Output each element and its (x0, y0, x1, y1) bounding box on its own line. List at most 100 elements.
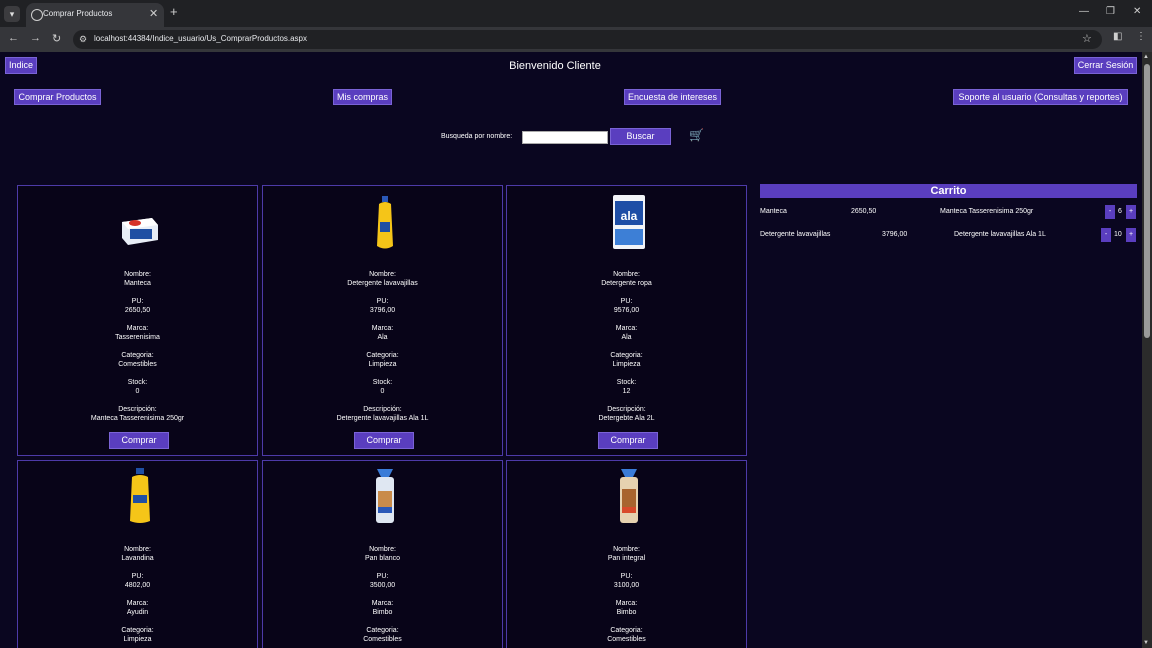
label-nombre: Nombre: (369, 271, 396, 278)
menu-dots-icon[interactable]: ⋮ (1136, 31, 1146, 42)
product-description: Detergebte Ala 2L (598, 415, 655, 422)
product-image (122, 218, 158, 245)
bookmark-star-icon[interactable]: ☆ (1082, 32, 1092, 45)
close-icon[interactable]: ✕ (149, 7, 158, 20)
nav-comprar-productos[interactable]: Comprar Productos (14, 89, 101, 105)
browser-tab-bar: ▾ Comprar Productos ✕ + — ❐ ✕ (0, 0, 1152, 27)
reload-icon[interactable]: ↻ (52, 32, 61, 45)
label-descripcion: Descripción: (607, 406, 646, 413)
logout-button[interactable]: Cerrar Sesión (1074, 57, 1137, 74)
comprar-button[interactable]: Comprar (598, 432, 658, 449)
qty-decrease-button[interactable]: - (1101, 228, 1111, 242)
qty-decrease-button[interactable]: - (1105, 205, 1115, 219)
product-category: Limpieza (123, 636, 152, 643)
label-marca: Marca: (371, 325, 394, 332)
restore-icon[interactable]: ❐ (1106, 6, 1115, 17)
cart-item-qty: 10 (1114, 231, 1122, 238)
product-brand: Bimbo (616, 609, 637, 616)
label-nombre: Nombre: (613, 271, 640, 278)
product-card: Nombre: Manteca PU: 2650,50 Marca: Tasse… (17, 185, 258, 456)
product-brand: Ala (621, 334, 632, 341)
product-image (130, 468, 150, 523)
label-stock: Stock: (127, 379, 148, 386)
product-category: Limpieza (368, 361, 397, 368)
label-nombre: Nombre: (613, 546, 640, 553)
scroll-thumb[interactable] (1144, 64, 1150, 338)
search-button[interactable]: Buscar (610, 128, 671, 145)
product-name: Lavandina (121, 555, 154, 562)
label-marca: Marca: (126, 600, 149, 607)
product-category: Comestibles (118, 361, 157, 368)
product-name: Detergente ropa (601, 280, 652, 287)
site-info-icon[interactable]: ⚙ (79, 34, 87, 45)
url-field[interactable]: ⚙ localhost:44384/Indice_usuario/Us_Comp… (73, 30, 1102, 49)
cart-item-price: 2650,50 (851, 208, 877, 215)
label-categoria: Categoria: (121, 627, 154, 634)
label-descripcion: Descripción: (363, 406, 402, 413)
product-brand: Tasserenisima (115, 334, 160, 341)
cart-item: Manteca 2650,50 Manteca Tasserenisima 25… (760, 204, 1137, 220)
label-marca: Marca: (371, 600, 394, 607)
product-card: Nombre: Pan blanco PU: 3500,00 Marca: Bi… (262, 460, 503, 648)
product-price: 3100,00 (613, 582, 640, 589)
product-price: 4802,00 (124, 582, 151, 589)
forward-icon[interactable]: → (30, 32, 41, 44)
product-stock: 0 (380, 388, 385, 395)
product-brand: Ala (377, 334, 388, 341)
page-content: Indice Bienvenido Cliente Cerrar Sesión … (0, 52, 1142, 648)
label-categoria: Categoria: (610, 627, 643, 634)
product-name: Manteca (124, 280, 151, 287)
product-name: Pan blanco (364, 555, 401, 562)
cart-item-name: Manteca (760, 208, 787, 215)
product-category: Comestibles (363, 636, 402, 643)
scroll-down-icon[interactable]: ▼ (1143, 640, 1149, 646)
product-image: ala (613, 195, 645, 249)
back-icon[interactable]: ← (8, 32, 19, 44)
search-label: Busqueda por nombre: (441, 133, 513, 140)
label-categoria: Categoria: (121, 352, 154, 359)
product-card: Nombre: Detergente lavavajillas PU: 3796… (262, 185, 503, 456)
comprar-button[interactable]: Comprar (109, 432, 169, 449)
tab-search-icon[interactable]: ▾ (4, 6, 20, 22)
label-marca: Marca: (615, 600, 638, 607)
new-tab-icon[interactable]: + (170, 4, 178, 19)
label-nombre: Nombre: (124, 546, 151, 553)
product-image (620, 469, 638, 523)
cart-item-name: Detergente lavavajillas (760, 231, 831, 238)
label-marca: Marca: (126, 325, 149, 332)
label-descripcion: Descripción: (118, 406, 157, 413)
label-pu: PU: (376, 298, 389, 305)
nav-soporte[interactable]: Soporte al usuario (Consultas y reportes… (953, 89, 1128, 105)
label-pu: PU: (620, 573, 633, 580)
label-stock: Stock: (616, 379, 637, 386)
browser-tab[interactable]: Comprar Productos ✕ (26, 3, 164, 27)
shopping-cart-icon[interactable]: 🛒 (689, 128, 704, 142)
label-pu: PU: (131, 298, 144, 305)
tab-title: Comprar Productos (43, 9, 113, 18)
qty-increase-button[interactable]: + (1126, 228, 1136, 242)
label-categoria: Categoria: (366, 627, 399, 634)
page-scrollbar[interactable]: ▲ ▼ (1142, 52, 1152, 648)
globe-icon (31, 9, 43, 21)
product-description: Manteca Tasserenisima 250gr (90, 415, 185, 422)
nav-encuesta[interactable]: Encuesta de intereses (624, 89, 721, 105)
qty-increase-button[interactable]: + (1126, 205, 1136, 219)
product-stock: 12 (622, 388, 631, 395)
cart-item-qty: 6 (1118, 208, 1122, 215)
product-category: Comestibles (607, 636, 646, 643)
extensions-icon[interactable]: ◧ (1113, 31, 1122, 42)
product-name: Detergente lavavajillas (347, 280, 418, 287)
nav-mis-compras[interactable]: Mis compras (333, 89, 392, 105)
scroll-up-icon[interactable]: ▲ (1143, 54, 1149, 60)
product-brand: Ayudin (126, 609, 149, 616)
minimize-icon[interactable]: — (1079, 6, 1089, 17)
product-price: 9576,00 (613, 307, 640, 314)
cart-title: Carrito (760, 184, 1137, 198)
indice-button[interactable]: Indice (5, 57, 37, 74)
label-nombre: Nombre: (369, 546, 396, 553)
svg-text:ala: ala (621, 209, 638, 223)
search-input[interactable] (522, 131, 608, 144)
window-close-icon[interactable]: ✕ (1133, 6, 1141, 17)
comprar-button[interactable]: Comprar (354, 432, 414, 449)
label-categoria: Categoria: (366, 352, 399, 359)
